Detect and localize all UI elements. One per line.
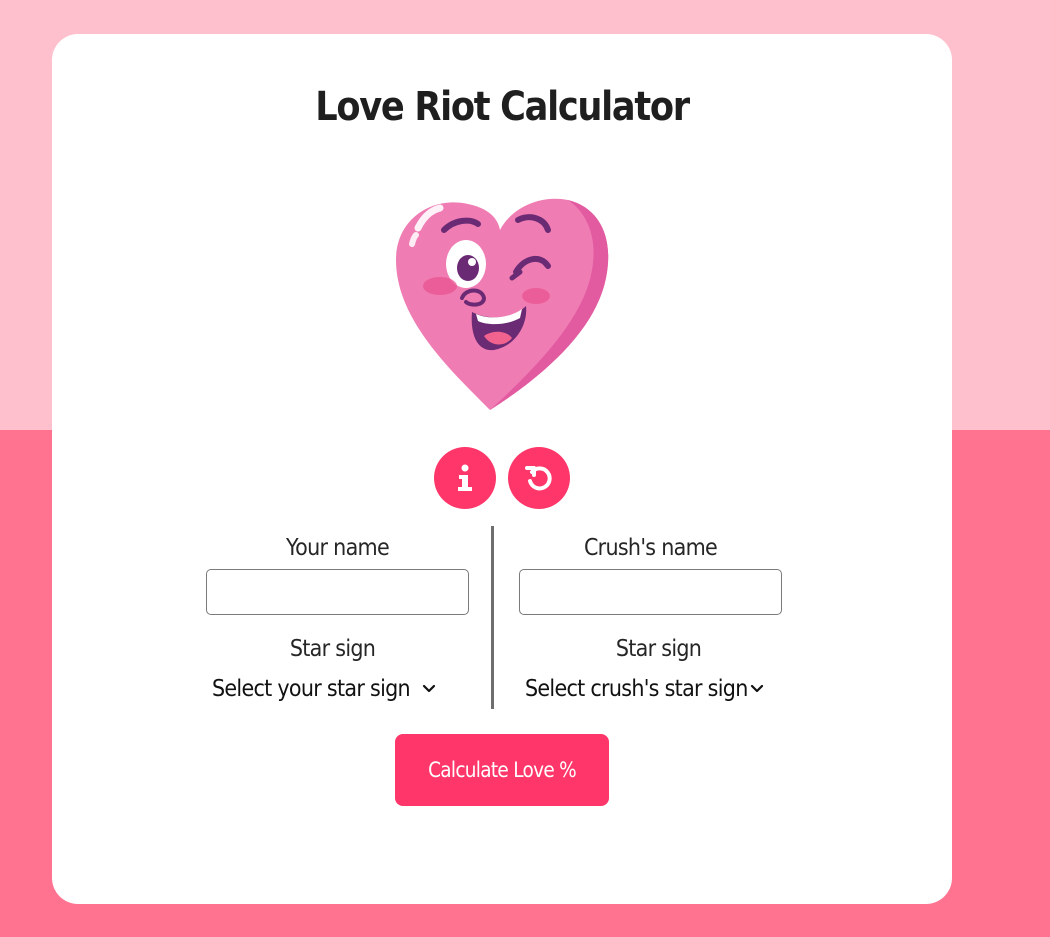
your-star-sign-label: Star sign: [289, 636, 376, 662]
your-name-label: Your name: [286, 535, 390, 561]
calculate-love-button[interactable]: Calculate Love %: [395, 734, 609, 806]
column-divider: [491, 526, 494, 709]
your-star-sign-value: Select your star sign: [212, 676, 411, 702]
your-star-sign-select[interactable]: Select your star sign: [212, 676, 436, 702]
crush-star-sign-label: Star sign: [615, 636, 702, 662]
info-button[interactable]: [434, 447, 496, 509]
chevron-down-icon: [751, 684, 764, 693]
reset-button[interactable]: [508, 447, 570, 509]
calculate-love-label: Calculate Love %: [428, 758, 577, 782]
crush-name-input[interactable]: [519, 569, 782, 615]
crush-star-sign-select[interactable]: Select crush's star sign: [525, 676, 764, 702]
info-icon: [458, 464, 472, 491]
heart-mascot-icon: [388, 188, 618, 416]
page-title: Love Riot Calculator: [315, 84, 690, 130]
your-name-input[interactable]: [206, 569, 469, 615]
chevron-down-icon: [422, 684, 436, 693]
reset-icon: [525, 466, 552, 491]
crush-name-label: Crush's name: [583, 535, 718, 561]
crush-star-sign-value: Select crush's star sign: [525, 676, 748, 702]
